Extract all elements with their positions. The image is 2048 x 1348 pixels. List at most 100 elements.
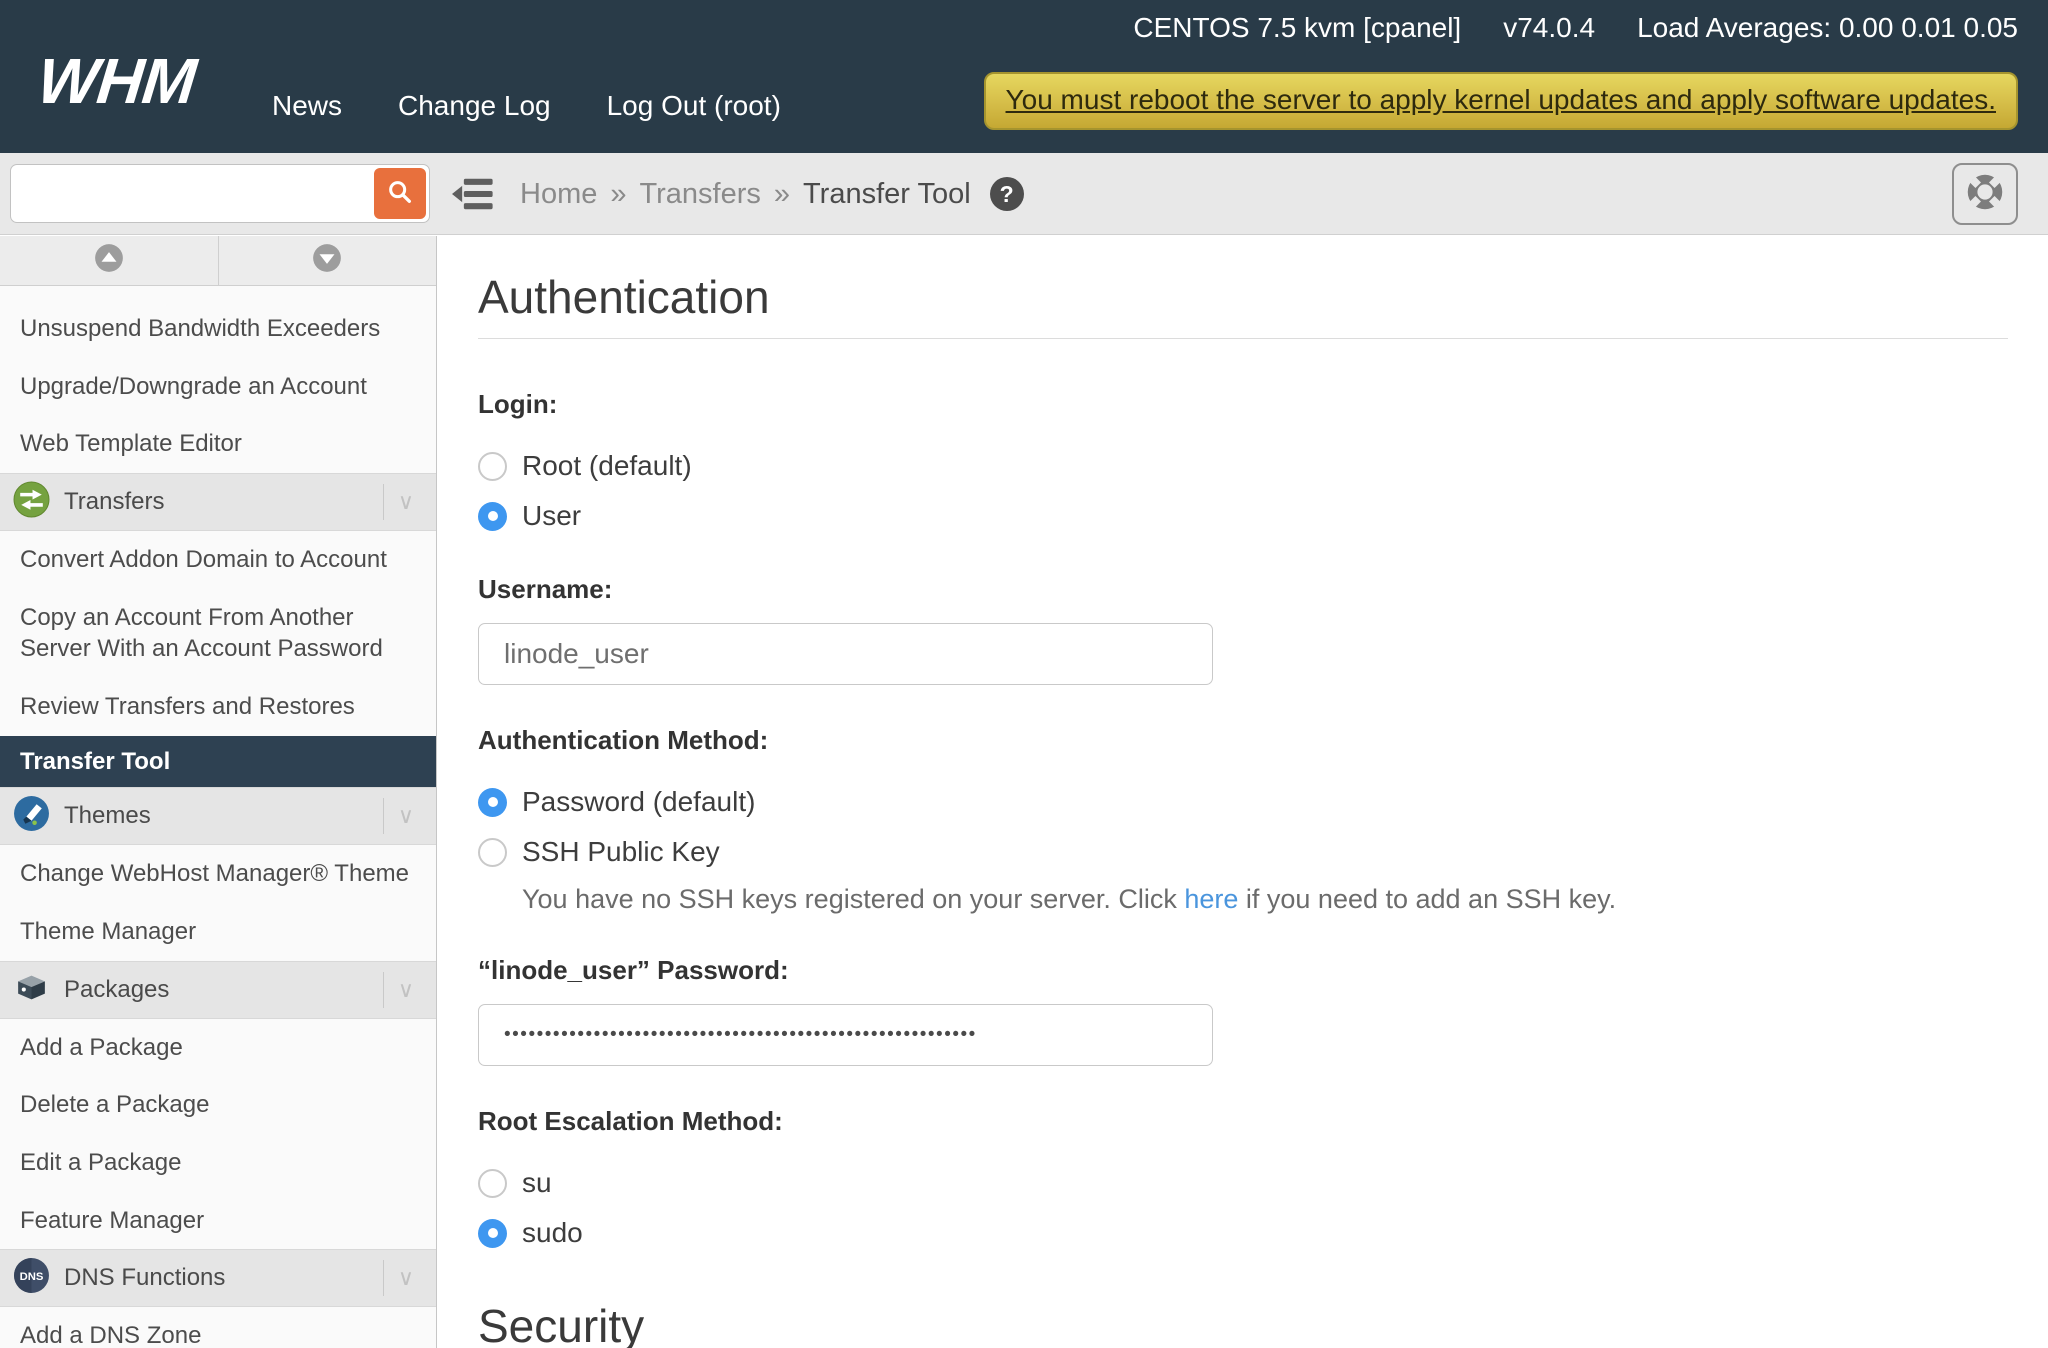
escalation-sudo-label: sudo — [522, 1217, 583, 1249]
login-user-label: User — [522, 500, 581, 532]
breadcrumb-home[interactable]: Home — [520, 178, 597, 211]
support-button[interactable] — [1952, 163, 2018, 225]
auth-method-ssh-label: SSH Public Key — [522, 836, 720, 868]
themes-icon — [13, 795, 50, 837]
sidebar-item-web-template-editor[interactable]: Web Template Editor — [0, 415, 436, 473]
authentication-heading: Authentication — [478, 270, 2008, 324]
system-info: CENTOS 7.5 kvm [cpanel] v74.0.4 Load Ave… — [1133, 12, 2018, 44]
breadcrumb-separator: » — [774, 178, 790, 211]
escalation-sudo-option[interactable]: sudo — [478, 1215, 2008, 1251]
breadcrumb: Home » Transfers » Transfer Tool ? — [520, 153, 1024, 235]
chevron-down-icon[interactable]: ∨ — [398, 1265, 414, 1291]
main-content: Authentication Login: Root (default) Use… — [438, 236, 2048, 1348]
sidebar-item-change-whm-theme[interactable]: Change WebHost Manager® Theme — [0, 845, 436, 903]
login-user-option[interactable]: User — [478, 498, 2008, 534]
ssh-note-text: You have no SSH keys registered on your … — [522, 884, 1184, 914]
sidebar-scroll-controls — [0, 236, 436, 286]
help-icon[interactable]: ? — [990, 177, 1024, 211]
arrow-down-icon — [311, 242, 343, 279]
dns-icon: DNS — [13, 1257, 50, 1299]
packages-icon — [13, 969, 50, 1011]
scroll-down-button[interactable] — [219, 236, 437, 285]
sidebar-item-review-transfers-restores[interactable]: Review Transfers and Restores — [0, 678, 436, 736]
sidebar-search — [10, 164, 430, 223]
transfers-icon — [13, 481, 50, 523]
password-label: “linode_user” Password: — [478, 955, 2008, 986]
escalation-radio-group: su sudo — [478, 1165, 2008, 1251]
escalation-su-option[interactable]: su — [478, 1165, 2008, 1201]
life-ring-icon — [1962, 169, 2008, 220]
radio-unchecked-icon[interactable] — [478, 452, 507, 481]
login-root-option[interactable]: Root (default) — [478, 448, 2008, 484]
username-field[interactable] — [478, 623, 1213, 685]
whm-logo[interactable]: WHM — [34, 44, 199, 118]
system-load-averages: Load Averages: 0.00 0.01 0.05 — [1637, 12, 2018, 44]
breadcrumb-separator: » — [610, 178, 626, 211]
login-root-label: Root (default) — [522, 450, 692, 482]
sidebar-item-edit-a-package[interactable]: Edit a Package — [0, 1134, 436, 1192]
login-label: Login: — [478, 389, 2008, 420]
top-bar: WHM News Change Log Log Out (root) CENTO… — [0, 0, 2048, 153]
radio-unchecked-icon[interactable] — [478, 838, 507, 867]
root-escalation-label: Root Escalation Method: — [478, 1106, 2008, 1137]
search-button[interactable] — [374, 168, 426, 219]
auth-method-password-label: Password (default) — [522, 786, 755, 818]
auth-method-label: Authentication Method: — [478, 725, 2008, 756]
sidebar-item-transfer-tool[interactable]: Transfer Tool — [0, 736, 436, 788]
breadcrumb-toolbar: Home » Transfers » Transfer Tool ? — [0, 153, 2048, 235]
sidebar-nav: Unsuspend Bandwidth Exceeders Upgrade/Do… — [0, 286, 436, 1348]
sidebar-item-delete-a-package[interactable]: Delete a Package — [0, 1076, 436, 1134]
reboot-alert-banner[interactable]: You must reboot the server to apply kern… — [984, 72, 2018, 130]
system-os: CENTOS 7.5 kvm [cpanel] — [1133, 12, 1461, 44]
password-field[interactable] — [478, 1004, 1213, 1066]
sidebar-item-theme-manager[interactable]: Theme Manager — [0, 903, 436, 961]
auth-method-ssh-option[interactable]: SSH Public Key — [478, 834, 2008, 870]
nav-change-log[interactable]: Change Log — [398, 90, 551, 122]
section-divider — [383, 798, 384, 834]
sidebar-item-convert-addon-domain[interactable]: Convert Addon Domain to Account — [0, 531, 436, 589]
search-icon — [386, 178, 414, 209]
radio-checked-icon[interactable] — [478, 788, 507, 817]
sidebar-section-dns-functions[interactable]: DNS DNS Functions ∨ — [0, 1249, 436, 1307]
breadcrumb-transfers[interactable]: Transfers — [640, 178, 761, 211]
auth-method-password-option[interactable]: Password (default) — [478, 784, 2008, 820]
sidebar-section-label: Packages — [64, 976, 169, 1004]
sidebar-section-transfers[interactable]: Transfers ∨ — [0, 473, 436, 531]
sidebar-item-add-a-dns-zone[interactable]: Add a DNS Zone — [0, 1307, 436, 1348]
sidebar-item-add-a-package[interactable]: Add a Package — [0, 1019, 436, 1077]
ssh-note-text: if you need to add an SSH key. — [1238, 884, 1616, 914]
sidebar-section-label: Themes — [64, 802, 151, 830]
section-divider — [383, 484, 384, 520]
chevron-down-icon[interactable]: ∨ — [398, 489, 414, 515]
radio-unchecked-icon[interactable] — [478, 1169, 507, 1198]
nav-log-out[interactable]: Log Out (root) — [607, 90, 781, 122]
radio-checked-icon[interactable] — [478, 502, 507, 531]
sidebar: Unsuspend Bandwidth Exceeders Upgrade/Do… — [0, 236, 437, 1348]
section-divider — [383, 972, 384, 1008]
security-heading: Security — [478, 1299, 2008, 1348]
sidebar-section-packages[interactable]: Packages ∨ — [0, 961, 436, 1019]
sidebar-section-themes[interactable]: Themes ∨ — [0, 787, 436, 845]
sidebar-item-upgrade-downgrade-account[interactable]: Upgrade/Downgrade an Account — [0, 358, 436, 416]
auth-method-radio-group: Password (default) SSH Public Key You ha… — [478, 784, 2008, 915]
svg-text:DNS: DNS — [20, 1272, 44, 1284]
sidebar-item-unsuspend-bandwidth-exceeders[interactable]: Unsuspend Bandwidth Exceeders — [0, 300, 436, 358]
ssh-key-note: You have no SSH keys registered on your … — [478, 884, 2008, 915]
chevron-down-icon[interactable]: ∨ — [398, 803, 414, 829]
scroll-up-button[interactable] — [0, 236, 219, 285]
arrow-up-icon — [93, 242, 125, 279]
ssh-note-here-link[interactable]: here — [1184, 884, 1238, 914]
chevron-down-icon[interactable]: ∨ — [398, 977, 414, 1003]
username-label: Username: — [478, 574, 2008, 605]
top-nav: News Change Log Log Out (root) — [272, 90, 781, 122]
radio-checked-icon[interactable] — [478, 1219, 507, 1248]
escalation-su-label: su — [522, 1167, 552, 1199]
breadcrumb-current: Transfer Tool — [803, 178, 971, 211]
sidebar-section-label: DNS Functions — [64, 1264, 225, 1292]
search-input[interactable] — [13, 167, 369, 220]
sidebar-item-feature-manager[interactable]: Feature Manager — [0, 1192, 436, 1250]
sidebar-item-copy-account-password[interactable]: Copy an Account From Another Server With… — [0, 589, 436, 678]
collapse-sidebar-icon[interactable] — [452, 177, 496, 216]
login-radio-group: Root (default) User — [478, 448, 2008, 534]
nav-news[interactable]: News — [272, 90, 342, 122]
